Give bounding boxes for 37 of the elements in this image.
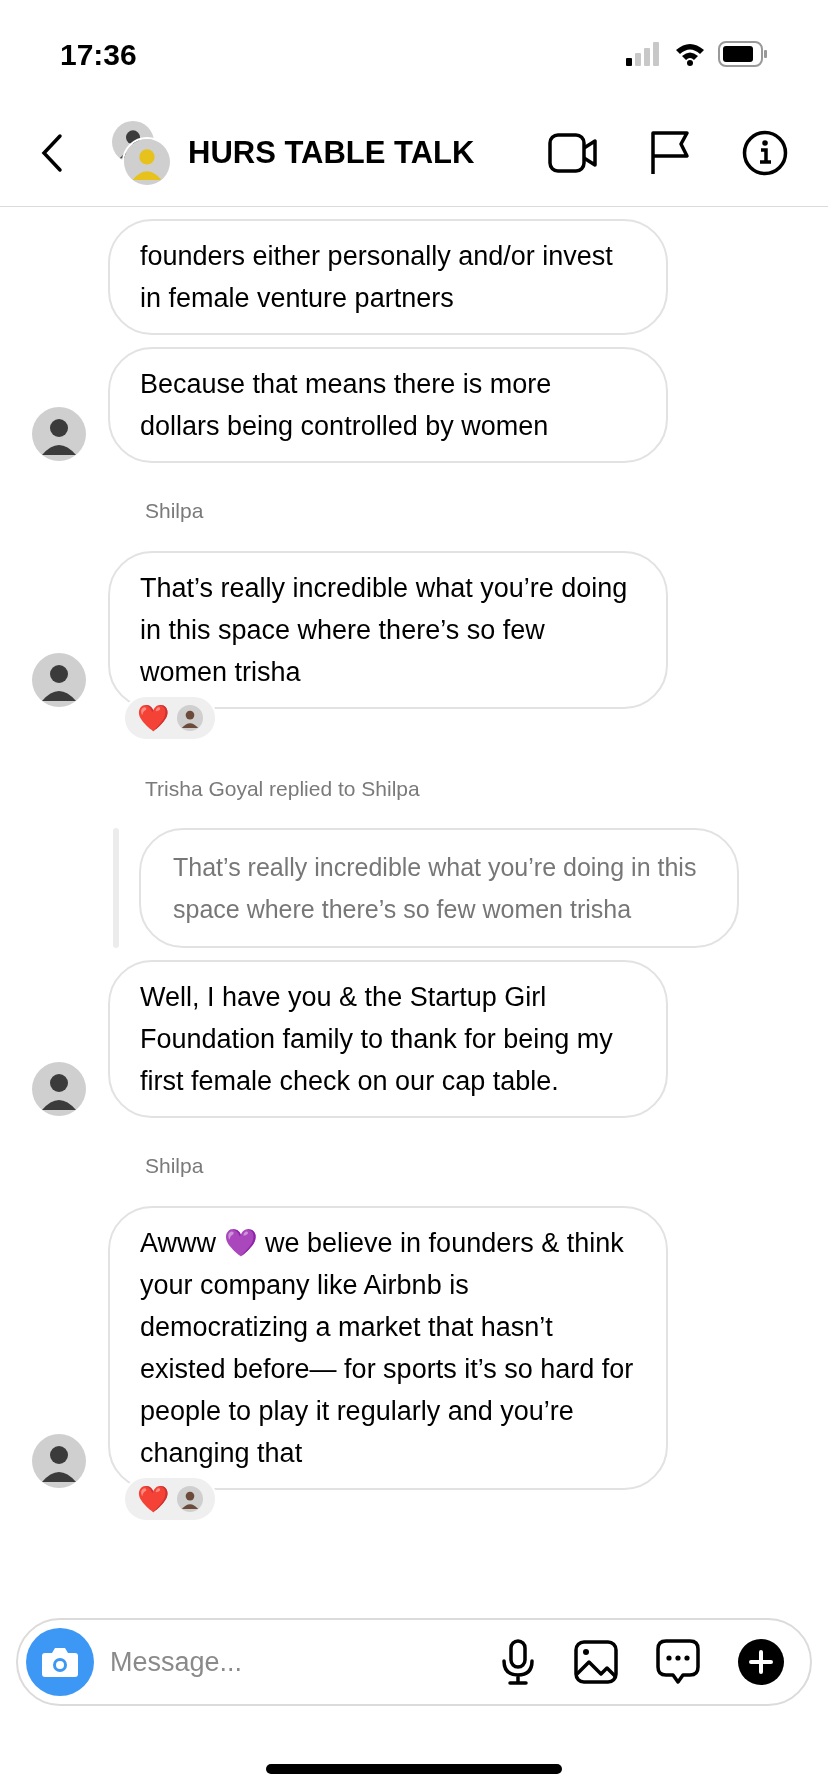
camera-icon <box>41 1646 79 1678</box>
info-button[interactable] <box>742 130 788 176</box>
report-button[interactable] <box>650 130 690 176</box>
message-bubble: Because that means there is more dollars being controlled by women <box>108 347 668 463</box>
avatar <box>177 1485 203 1512</box>
battery-icon <box>718 41 768 67</box>
chat-title: HURS TABLE TALK <box>188 133 475 172</box>
signal-icon <box>626 42 662 66</box>
chat-options-button[interactable] <box>656 1639 700 1685</box>
avatar <box>124 139 170 185</box>
avatar <box>32 407 86 461</box>
avatar <box>32 652 86 707</box>
video-call-button[interactable] <box>548 132 598 174</box>
microphone-icon <box>500 1639 536 1685</box>
sender-name: Shilpa <box>145 1154 204 1177</box>
back-icon <box>40 133 64 173</box>
status-time: 17:36 <box>60 36 137 73</box>
camera-button[interactable] <box>26 1628 94 1696</box>
flag-icon <box>650 130 690 176</box>
sender-name: Shilpa <box>145 499 204 522</box>
avatar <box>32 1062 86 1116</box>
plus-icon <box>738 1639 784 1685</box>
message-bubble: founders either personally and/or invest in female venture partners <box>108 219 668 335</box>
message-bubble: Well, I have you & the Startup Girl Foundation family to thank for being my first female check on our cap table. <box>108 960 668 1118</box>
avatar <box>177 704 203 731</box>
gallery-button[interactable] <box>574 1640 618 1684</box>
video-camera-icon <box>548 132 598 174</box>
info-icon <box>742 130 788 176</box>
quoted-message: That’s really incredible what you’re doing in this space where there’s so few women trisha <box>139 828 739 948</box>
wifi-icon <box>674 42 706 66</box>
sender-name: Trisha Goyal replied to Shilpa <box>145 776 420 800</box>
message-input[interactable]: Message... <box>110 1641 500 1683</box>
speech-bubble-icon <box>656 1639 700 1685</box>
add-button[interactable] <box>738 1639 784 1685</box>
image-icon <box>574 1640 618 1684</box>
microphone-button[interactable] <box>500 1639 536 1685</box>
avatar <box>32 1433 86 1488</box>
